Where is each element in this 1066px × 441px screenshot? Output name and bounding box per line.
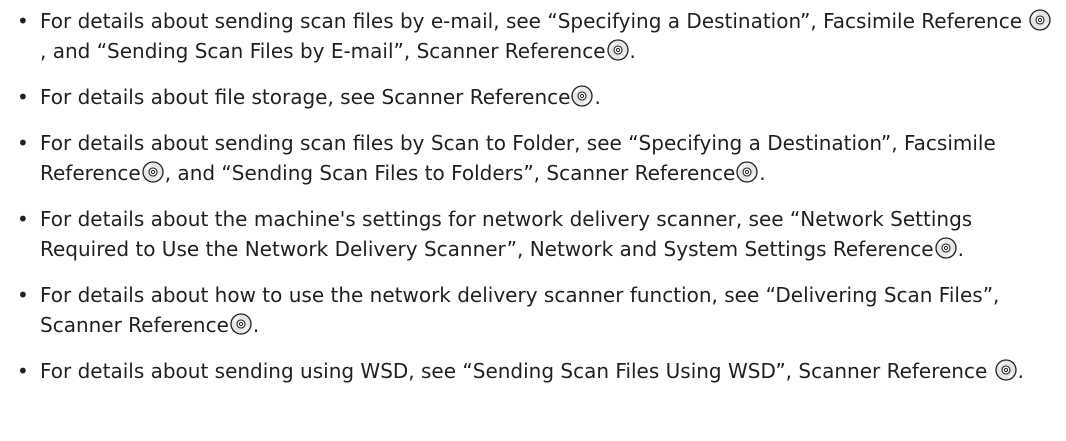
item-text: .	[594, 85, 601, 109]
reference-bullet-list: • For details about sending scan files b…	[0, 0, 1066, 386]
item-text: .	[759, 161, 766, 185]
cd-rom-icon	[230, 313, 252, 335]
cd-rom-icon	[571, 85, 594, 107]
cd-rom-icon	[934, 237, 957, 259]
item-text: For details about file storage, see Scan…	[40, 85, 571, 109]
bullet-item-network-settings: • For details about the machine's settin…	[0, 204, 1066, 264]
cd-rom-icon	[1029, 9, 1052, 31]
bullet-item-delivery-scanner: • For details about how to use the netwo…	[0, 280, 1066, 340]
bullet-item-email: • For details about sending scan files b…	[0, 6, 1066, 66]
item-text: For details about the machine's settings…	[40, 207, 973, 261]
bullet-marker: •	[17, 85, 29, 109]
bullet-marker: •	[17, 283, 29, 307]
bullet-marker: •	[17, 9, 29, 33]
cd-rom-icon	[142, 161, 164, 183]
cd-rom-icon	[995, 359, 1017, 381]
cd-rom-icon	[606, 39, 629, 61]
bullet-item-wsd: • For details about sending using WSD, s…	[0, 356, 1066, 386]
item-text: For details about sending using WSD, see…	[40, 359, 994, 383]
item-text: , and “Sending Scan Files to Folders”, S…	[164, 161, 736, 185]
bullet-item-scan-to-folder: • For details about sending scan files b…	[0, 128, 1066, 188]
bullet-item-file-storage: • For details about file storage, see Sc…	[0, 82, 1066, 112]
item-text: .	[629, 39, 636, 63]
item-text: , and “Sending Scan Files by E-mail”, Sc…	[40, 39, 606, 63]
item-text: For details about how to use the network…	[40, 283, 1000, 337]
item-text: For details about sending scan files by …	[40, 9, 1029, 33]
item-text: .	[957, 237, 964, 261]
cd-rom-icon	[736, 161, 758, 183]
bullet-marker: •	[17, 207, 29, 231]
bullet-marker: •	[17, 131, 29, 155]
item-text: .	[252, 313, 260, 337]
bullet-marker: •	[17, 359, 29, 383]
item-text: .	[1017, 359, 1025, 383]
